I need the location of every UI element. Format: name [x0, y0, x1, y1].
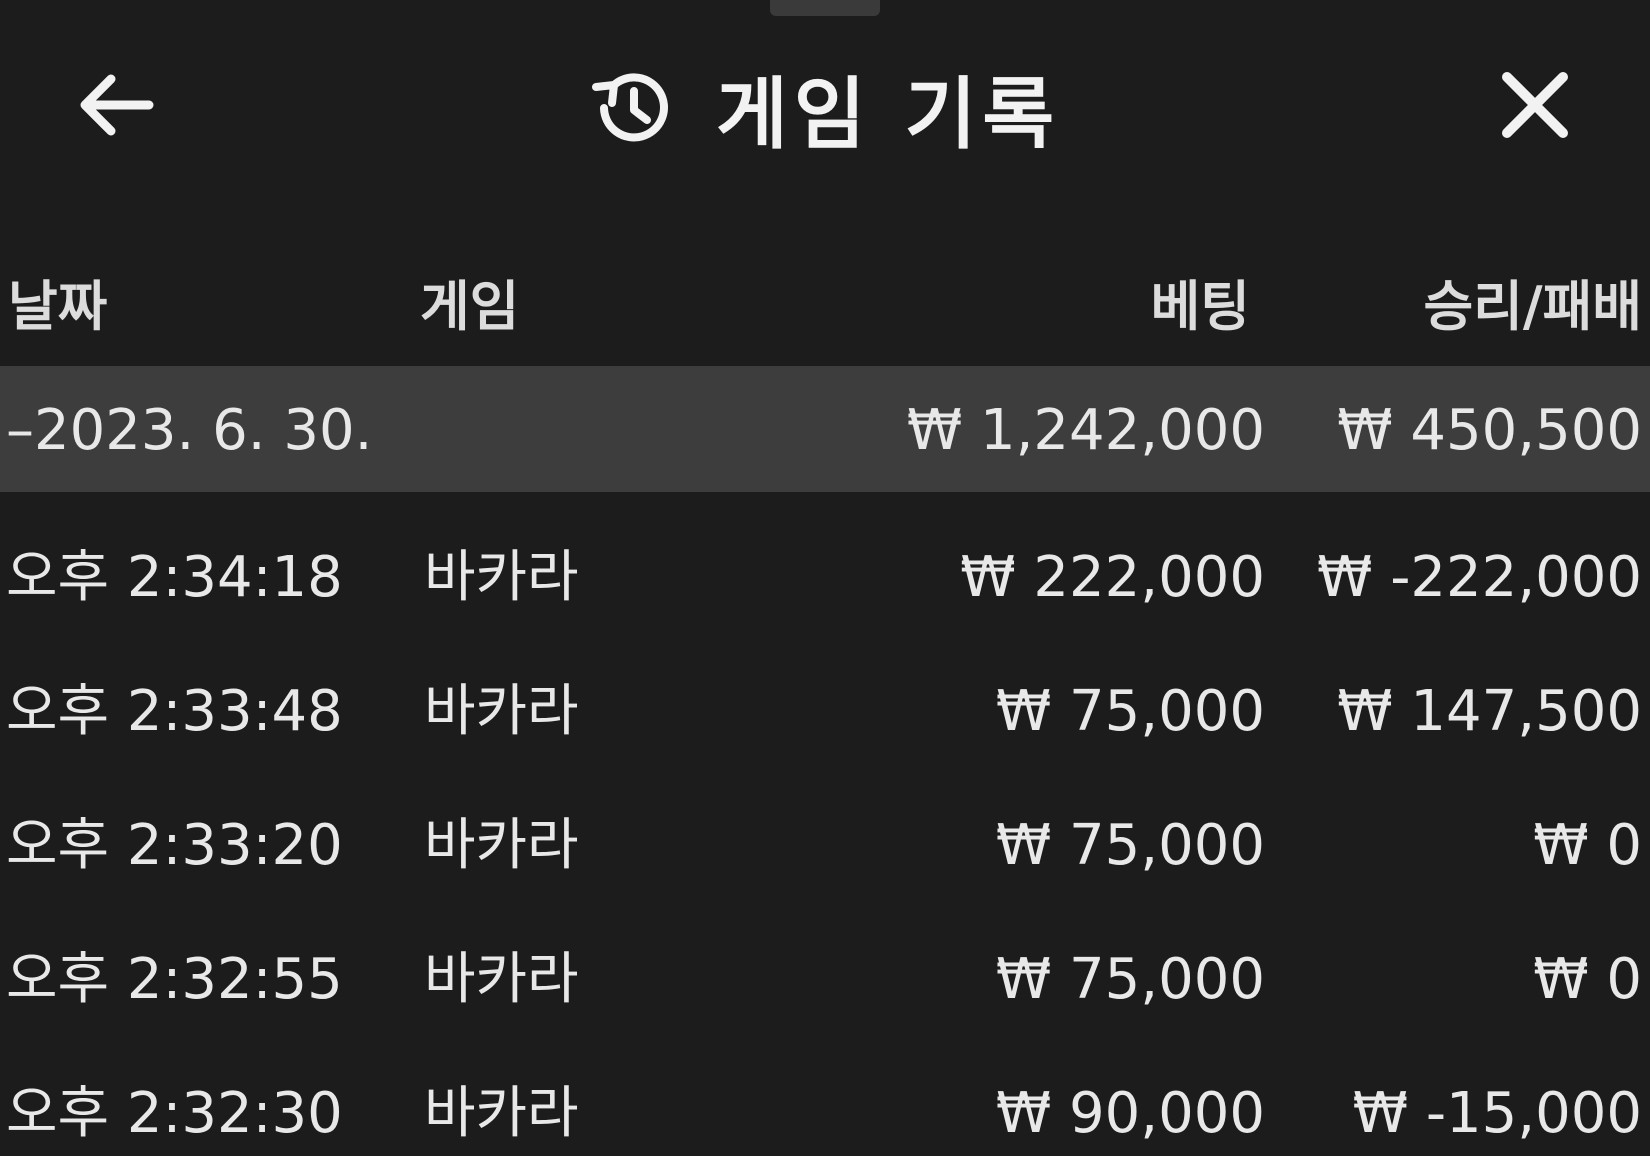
summary-result: ₩ 450,500	[1337, 398, 1642, 463]
row-bet: ₩ 222,000	[960, 545, 1265, 610]
row-bet: ₩ 75,000	[995, 679, 1265, 744]
page-title-group: 게임 기록	[590, 58, 1060, 160]
row-result: ₩ 147,500	[1337, 679, 1642, 744]
header: 게임 기록	[0, 40, 1650, 170]
row-time: 오후 2:34:18	[6, 545, 343, 610]
game-history-screen: 게임 기록 날짜 게임 베팅 승리/패배 –2023. 6. 30. ₩ 1,2…	[0, 0, 1650, 1156]
row-result: ₩ 0	[1533, 947, 1642, 1012]
row-game: 바카라	[424, 679, 579, 744]
back-button[interactable]	[70, 60, 160, 150]
table-row[interactable]: 오후 2:33:48 바카라 ₩ 75,000 ₩ 147,500	[0, 644, 1650, 770]
column-header-result: 승리/패배	[1423, 275, 1642, 338]
table-row[interactable]: 오후 2:32:55 바카라 ₩ 75,000 ₩ 0	[0, 912, 1650, 1038]
row-time: 오후 2:32:55	[6, 947, 343, 1012]
close-icon	[1502, 72, 1568, 138]
row-bet: ₩ 90,000	[995, 1081, 1265, 1146]
history-clock-icon	[592, 73, 668, 142]
column-header-game: 게임	[420, 275, 520, 338]
row-time: 오후 2:33:48	[6, 679, 343, 744]
page-title: 게임 기록	[716, 70, 1061, 160]
summary-row[interactable]: –2023. 6. 30. ₩ 1,242,000 ₩ 450,500	[0, 366, 1650, 492]
row-result: ₩ 0	[1533, 813, 1642, 878]
row-bet: ₩ 75,000	[995, 947, 1265, 1012]
table-header: 날짜 게임 베팅 승리/패배	[0, 250, 1650, 345]
table-row[interactable]: 오후 2:34:18 바카라 ₩ 222,000 ₩ -222,000	[0, 510, 1650, 636]
drag-handle[interactable]	[770, 0, 880, 16]
column-header-bet: 베팅	[1150, 275, 1250, 338]
row-result: ₩ -222,000	[1317, 545, 1642, 610]
column-header-date: 날짜	[8, 275, 108, 338]
row-game: 바카라	[424, 813, 579, 878]
table-row[interactable]: 오후 2:32:30 바카라 ₩ 90,000 ₩ -15,000	[0, 1046, 1650, 1156]
row-bet: ₩ 75,000	[995, 813, 1265, 878]
row-time: 오후 2:32:30	[6, 1081, 343, 1146]
summary-date: –2023. 6. 30.	[6, 398, 373, 463]
arrow-left-icon	[80, 74, 154, 136]
close-button[interactable]	[1490, 60, 1580, 150]
row-time: 오후 2:33:20	[6, 813, 343, 878]
row-game: 바카라	[424, 1081, 579, 1146]
table-row[interactable]: 오후 2:33:20 바카라 ₩ 75,000 ₩ 0	[0, 778, 1650, 904]
row-result: ₩ -15,000	[1352, 1081, 1642, 1146]
summary-bet: ₩ 1,242,000	[906, 398, 1265, 463]
row-game: 바카라	[424, 947, 579, 1012]
row-game: 바카라	[424, 545, 579, 610]
